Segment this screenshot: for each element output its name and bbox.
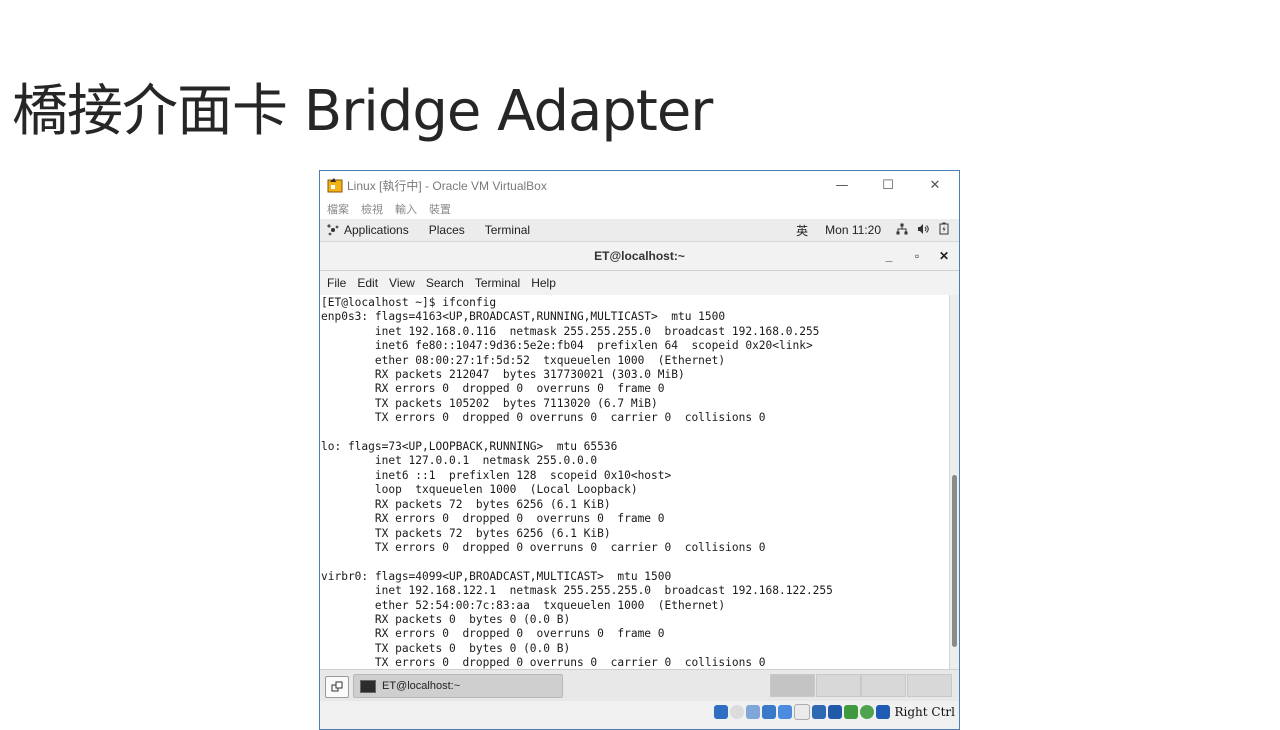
terminal-output[interactable]: [ET@localhost ~]$ ifconfig enp0s3: flags… [320, 295, 951, 669]
gnome-top-bar: Applications Places Terminal 英 Mon 11:20 [320, 219, 959, 242]
network-icon[interactable] [896, 223, 908, 238]
usb-icon[interactable] [777, 705, 792, 719]
battery-icon[interactable] [939, 222, 949, 238]
workspace-3[interactable] [861, 674, 906, 697]
menu-devices[interactable]: 裝置 [429, 201, 451, 217]
terminal-menu-search[interactable]: Search [426, 276, 464, 290]
show-desktop-button[interactable] [325, 676, 349, 698]
network-adapter-icon[interactable] [761, 705, 776, 719]
workspace-1[interactable] [770, 674, 815, 697]
terminal-headerbar[interactable]: ET@localhost:~ _ ▫ ✕ [320, 242, 959, 271]
audio-icon[interactable] [745, 705, 760, 719]
mouse-integration-icon[interactable] [859, 705, 874, 719]
workspace-4[interactable] [907, 674, 952, 697]
slide-title: 橋接介面卡 Bridge Adapter [12, 79, 713, 144]
clock[interactable]: Mon 11:20 [825, 223, 881, 237]
terminal-menubar: File Edit View Search Terminal Help [320, 271, 959, 296]
close-button[interactable]: ✕ [912, 171, 958, 199]
scrollbar-thumb[interactable] [952, 475, 957, 647]
volume-icon[interactable] [917, 223, 930, 238]
menu-file[interactable]: 檔案 [327, 201, 349, 217]
vbox-menubar: 檔案 檢視 輸入 裝置 [320, 199, 959, 219]
hard-disk-icon[interactable] [713, 705, 728, 719]
terminal-menu-view[interactable]: View [389, 276, 415, 290]
virtualbox-window: Linux [執行中] - Oracle VM VirtualBox — ☐ ✕… [319, 170, 960, 730]
terminal-app-menu[interactable]: Terminal [485, 223, 530, 237]
terminal-scrollbar[interactable] [949, 295, 959, 669]
gnome-taskbar: ET@localhost:~ [320, 669, 959, 702]
terminal-maximize-button[interactable]: ▫ [904, 242, 930, 270]
window-title: Linux [執行中] - Oracle VM VirtualBox [347, 178, 547, 193]
workspace-2[interactable] [816, 674, 861, 697]
recording-icon[interactable] [827, 705, 842, 719]
cpu-icon[interactable] [843, 705, 858, 719]
applications-icon [327, 224, 339, 236]
keyboard-capture-icon[interactable] [875, 705, 890, 719]
terminal-close-button[interactable]: ✕ [931, 242, 957, 270]
terminal-minimize-button[interactable]: _ [876, 242, 902, 270]
terminal-menu-edit[interactable]: Edit [357, 276, 378, 290]
input-method-indicator[interactable]: 英 [796, 222, 808, 239]
virtualbox-icon [327, 177, 343, 193]
places-menu[interactable]: Places [429, 223, 465, 237]
shared-folders-icon[interactable] [793, 704, 810, 720]
optical-drive-icon[interactable] [729, 705, 744, 719]
menu-view[interactable]: 檢視 [361, 201, 383, 217]
minimize-button[interactable]: — [819, 171, 865, 199]
terminal-menu-help[interactable]: Help [531, 276, 556, 290]
window-titlebar[interactable]: Linux [執行中] - Oracle VM VirtualBox — ☐ ✕ [320, 171, 959, 199]
vbox-statusbar: Right Ctrl [320, 701, 959, 729]
terminal-menu-terminal[interactable]: Terminal [475, 276, 520, 290]
display-icon[interactable] [811, 705, 826, 719]
terminal-text: [ET@localhost ~]$ ifconfig enp0s3: flags… [321, 296, 833, 669]
applications-menu[interactable]: Applications [344, 223, 409, 237]
maximize-button[interactable]: ☐ [865, 171, 911, 199]
terminal-menu-file[interactable]: File [327, 276, 346, 290]
terminal-title: ET@localhost:~ [594, 249, 685, 263]
host-key-label: Right Ctrl [894, 705, 956, 719]
taskbar-item-label: ET@localhost:~ [382, 680, 461, 692]
menu-input[interactable]: 輸入 [395, 201, 417, 217]
taskbar-item-terminal[interactable]: ET@localhost:~ [353, 674, 563, 698]
terminal-icon [360, 679, 376, 693]
